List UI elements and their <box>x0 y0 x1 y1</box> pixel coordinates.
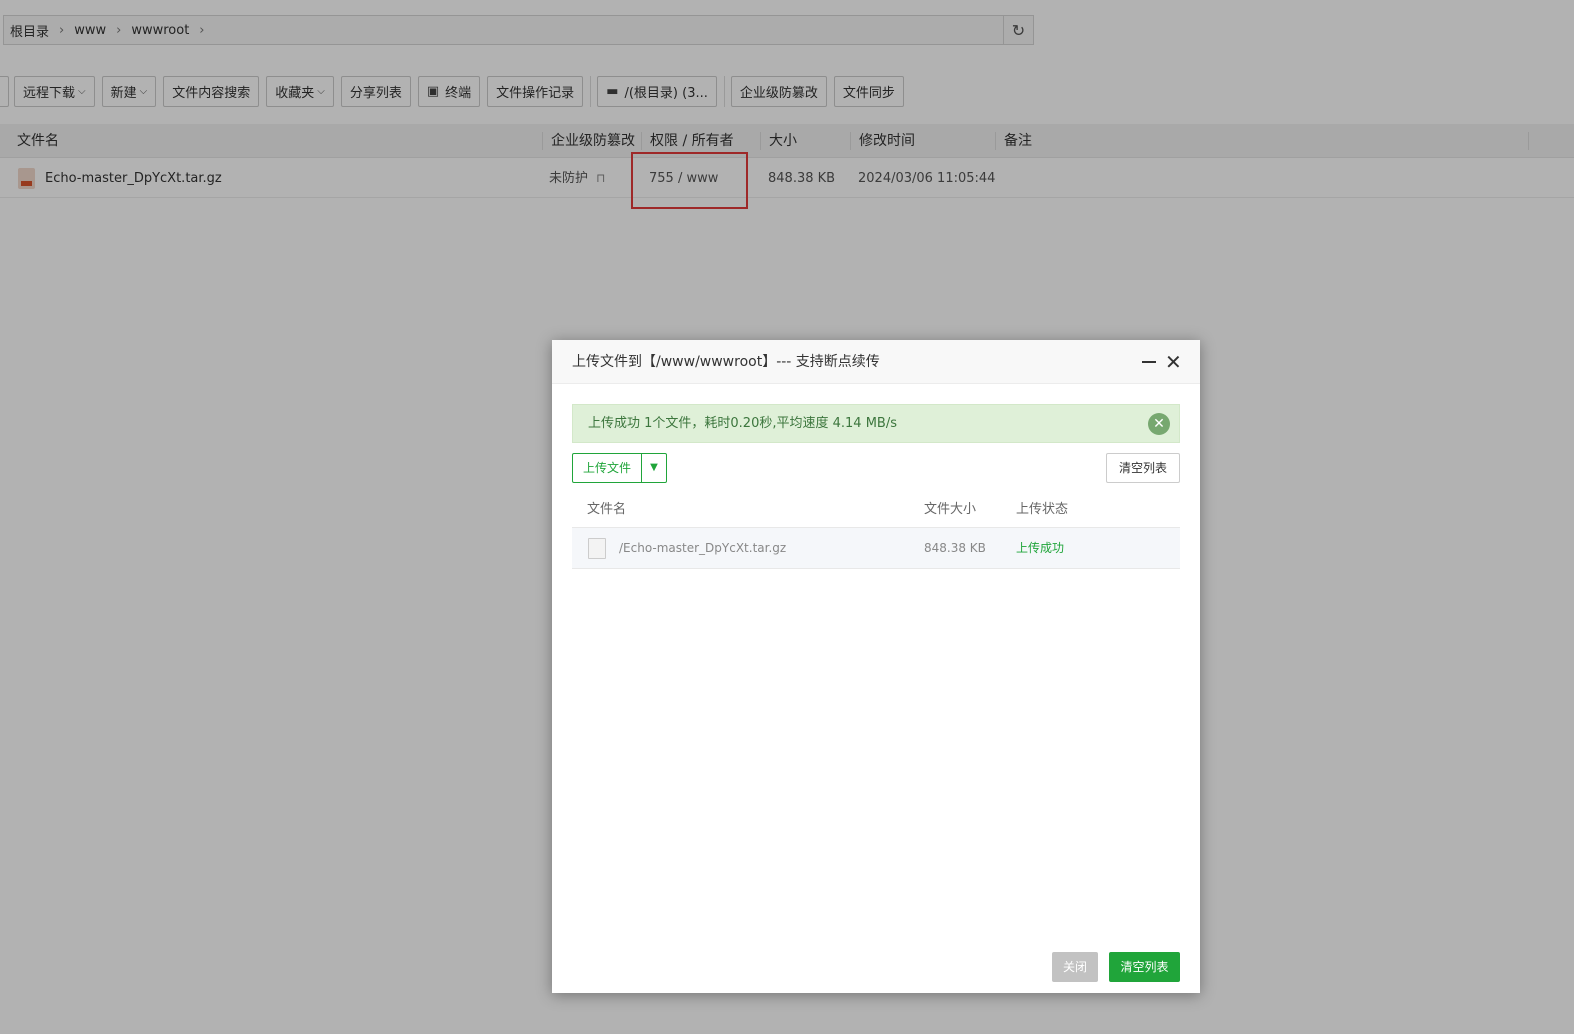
clear-list-button[interactable]: 清空列表 <box>1109 952 1180 982</box>
upload-header-name: 文件名 <box>587 502 627 517</box>
caret-down-icon: ▼ <box>650 462 658 473</box>
upload-button-group: 上传文件 ▼ <box>572 453 668 483</box>
upload-status: 上传成功 <box>1016 541 1065 555</box>
dialog-header: 上传文件到【/www/wwwroot】--- 支持断点续传 ✕ <box>552 340 1200 384</box>
upload-list-row: /Echo-master_DpYcXt.tar.gz 848.38 KB 上传成… <box>572 528 1180 569</box>
upload-header-status: 上传状态 <box>1016 502 1069 517</box>
upload-file-button[interactable]: 上传文件 <box>572 453 643 483</box>
upload-dialog: 上传文件到【/www/wwwroot】--- 支持断点续传 ✕ 上传成功 1个文… <box>552 340 1200 993</box>
upload-dropdown-button[interactable]: ▼ <box>642 453 668 483</box>
document-icon <box>588 538 606 559</box>
upload-header-size: 文件大小 <box>924 502 977 517</box>
dialog-title: 上传文件到【/www/wwwroot】--- 支持断点续传 <box>572 354 880 370</box>
minimize-icon[interactable] <box>1142 361 1156 363</box>
alert-message: 上传成功 1个文件，耗时0.20秒,平均速度 4.14 MB/s <box>588 416 897 431</box>
upload-list-header: 文件名 文件大小 上传状态 <box>572 491 1180 528</box>
upload-file-size: 848.38 KB <box>924 541 986 555</box>
close-icon[interactable]: ✕ <box>1165 350 1182 374</box>
clear-list-small-button[interactable]: 清空列表 <box>1106 453 1180 483</box>
success-alert: 上传成功 1个文件，耗时0.20秒,平均速度 4.14 MB/s ✕ <box>572 404 1180 443</box>
upload-file-name: /Echo-master_DpYcXt.tar.gz <box>619 541 787 555</box>
dismiss-alert-icon[interactable]: ✕ <box>1148 413 1170 435</box>
close-button[interactable]: 关闭 <box>1052 952 1098 982</box>
